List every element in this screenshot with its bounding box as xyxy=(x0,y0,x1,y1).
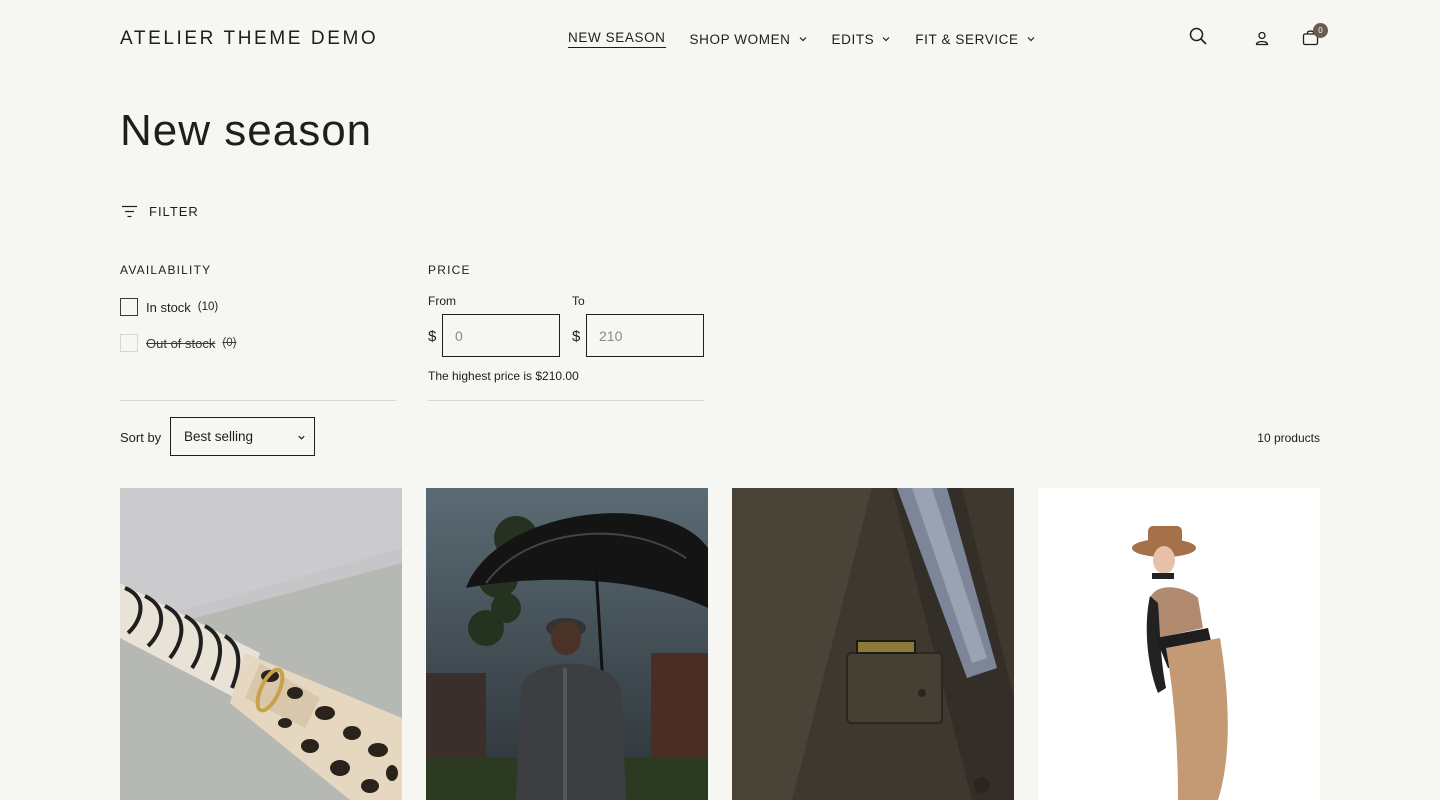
nav-item-label: SHOP WOMEN xyxy=(689,31,791,47)
man-with-umbrella-image xyxy=(426,488,708,800)
nav-item-label: EDITS xyxy=(831,31,875,47)
woman-in-hat-image xyxy=(1038,488,1320,800)
filter-icon xyxy=(122,205,137,218)
divider xyxy=(428,400,704,401)
price-to-input[interactable] xyxy=(586,314,704,357)
filter-option-in-stock[interactable]: In stock (10) xyxy=(120,298,218,316)
nav-item-label: FIT & SERVICE xyxy=(915,31,1019,47)
chevron-down-icon xyxy=(298,435,305,440)
nav-item-fit-service[interactable]: FIT & SERVICE xyxy=(915,30,1035,48)
option-count: (10) xyxy=(197,301,219,313)
zebra-leopard-scarf-image xyxy=(120,488,402,800)
product-card[interactable] xyxy=(1038,488,1320,800)
currency-symbol: $ xyxy=(428,328,437,345)
sort-label: Sort by xyxy=(120,430,162,445)
nav-item-new-season[interactable]: NEW SEASON xyxy=(568,30,666,48)
chevron-down-icon xyxy=(1027,37,1035,42)
product-card[interactable] xyxy=(120,488,402,800)
nav-item-shop-women[interactable]: SHOP WOMEN xyxy=(690,30,808,48)
filter-option-out-of-stock: Out of stock (0) xyxy=(120,334,236,352)
price-from-label: From xyxy=(428,294,456,308)
availability-heading: AVAILABILITY xyxy=(120,263,212,277)
account-icon[interactable] xyxy=(1254,30,1270,46)
store-logo[interactable]: ATELIER THEME DEMO xyxy=(120,28,378,50)
product-card[interactable] xyxy=(732,488,1014,800)
price-from-input[interactable] xyxy=(442,314,560,357)
checkbox xyxy=(120,334,138,352)
nav-item-edits[interactable]: EDITS xyxy=(832,30,892,48)
filter-toggle-button[interactable]: FILTER xyxy=(122,204,199,219)
main-nav: NEW SEASON SHOP WOMEN EDITS FIT & SERVIC… xyxy=(568,30,1060,48)
page-title: New season xyxy=(120,106,373,155)
cart-count-badge: 0 xyxy=(1313,23,1328,38)
option-label: In stock xyxy=(146,299,191,315)
currency-symbol: $ xyxy=(572,328,581,345)
chevron-down-icon xyxy=(799,37,806,42)
highest-price-note: The highest price is $210.00 xyxy=(428,369,579,383)
site-header: ATELIER THEME DEMO NEW SEASON SHOP WOMEN… xyxy=(0,0,1440,76)
price-to-label: To xyxy=(572,294,585,308)
option-count: (0) xyxy=(222,337,237,349)
chevron-down-icon xyxy=(882,37,890,42)
filter-toggle-label: FILTER xyxy=(149,204,199,219)
product-card[interactable] xyxy=(426,488,708,800)
jacket-pocket-badge-image xyxy=(732,488,1014,800)
price-heading: PRICE xyxy=(428,263,471,277)
search-icon[interactable] xyxy=(1188,26,1208,46)
product-count: 10 products xyxy=(1257,431,1320,445)
option-label: Out of stock xyxy=(146,335,216,351)
checkbox[interactable] xyxy=(120,298,138,316)
sort-select[interactable]: Best selling xyxy=(170,417,315,456)
sort-selected-value: Best selling xyxy=(184,429,254,444)
nav-item-label: NEW SEASON xyxy=(568,30,666,48)
divider xyxy=(120,400,396,401)
